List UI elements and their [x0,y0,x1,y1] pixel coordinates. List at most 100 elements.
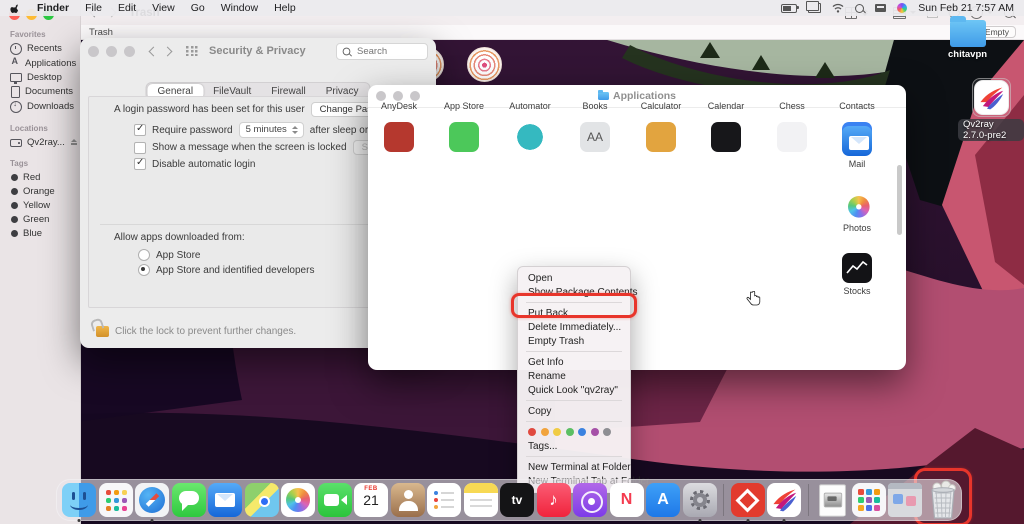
app-store-radio[interactable] [138,249,150,261]
sidebar-tag-green[interactable]: Green [0,212,80,226]
dock-notes[interactable] [464,483,498,517]
spotlight-icon[interactable] [855,4,864,13]
sidebar-item-desktop[interactable]: Desktop [0,70,80,84]
tag-blue-icon[interactable] [578,428,586,436]
sidebar-item-documents[interactable]: Documents [0,84,80,99]
menu-item-new-terminal[interactable]: New Terminal at Folder [518,460,630,474]
show-message-checkbox[interactable] [134,142,146,154]
app-label[interactable]: App Store [433,101,495,111]
dock-reminders[interactable] [427,483,461,517]
apple-menu-icon[interactable] [10,2,21,15]
menu-item-empty-trash[interactable]: Empty Trash [518,334,630,348]
sidebar-tag-yellow[interactable]: Yellow [0,198,80,212]
tag-yellow-icon[interactable] [553,428,561,436]
screen-mirroring-icon[interactable] [808,3,821,13]
app-icon[interactable] [515,122,545,152]
tag-grey-icon[interactable] [603,428,611,436]
menu-help[interactable]: Help [274,2,296,14]
sidebar-tag-orange[interactable]: Orange [0,184,80,198]
app-label[interactable]: Chess [761,101,823,111]
dock-qv2ray[interactable] [767,483,801,517]
menu-item-rename[interactable]: Rename [518,369,630,383]
dock-calendar[interactable]: FEB21 [354,483,388,517]
dock-safari[interactable] [135,483,169,517]
sidebar-tag-red[interactable]: Red [0,170,80,184]
siri-icon[interactable] [897,3,907,13]
dock-maps[interactable] [245,483,279,517]
search-field[interactable] [336,43,428,60]
app-icon[interactable] [777,122,807,152]
dock-applications-stack[interactable] [852,483,886,517]
menu-file[interactable]: File [85,2,102,14]
dock-music[interactable] [537,483,571,517]
wifi-icon[interactable] [832,3,844,13]
menu-edit[interactable]: Edit [118,2,136,14]
app-mail[interactable]: Mail [842,126,872,169]
dock-finder[interactable] [62,483,96,517]
sidebar-item-downloads[interactable]: Downloads [0,99,80,114]
dock-contacts[interactable] [391,483,425,517]
menu-item-tags[interactable]: Tags... [518,439,630,453]
zoom-button[interactable] [124,46,135,57]
app-icon[interactable] [711,122,741,152]
close-button[interactable] [88,46,99,57]
app-stocks[interactable]: Stocks [842,253,872,296]
app-label[interactable]: Automator [499,101,561,111]
require-password-checkbox[interactable] [134,124,146,136]
menu-window[interactable]: Window [221,2,258,14]
menu-item-get-info[interactable]: Get Info [518,355,630,369]
desktop-icon-qv2ray[interactable]: Qv2ray 2.7.0-pre2 [958,78,1024,141]
app-label[interactable]: Books [564,101,626,111]
dock-tv[interactable]: tv [500,483,534,517]
minimize-button[interactable] [106,46,117,57]
menu-item-delete-immediately[interactable]: Delete Immediately... [518,320,630,334]
dock-podcasts[interactable] [573,483,607,517]
identified-devs-radio[interactable] [138,264,150,276]
dock-trash[interactable] [925,483,959,517]
app-icon[interactable] [646,122,676,152]
security-titlebar[interactable]: Security & Privacy [80,38,436,64]
tag-purple-icon[interactable] [591,428,599,436]
dock-app-store[interactable] [646,483,680,517]
sidebar-tag-blue[interactable]: Blue [0,226,80,227]
dock-mail[interactable] [208,483,242,517]
app-label[interactable]: Contacts [826,101,888,111]
app-photos[interactable]: Photos [842,190,872,233]
dock-photos[interactable] [281,483,315,517]
disable-auto-login-checkbox[interactable] [134,158,146,170]
show-all-icon[interactable] [186,46,198,56]
tag-red-icon[interactable] [528,428,536,436]
dock-launchpad[interactable] [99,483,133,517]
app-icon[interactable] [449,122,479,152]
tag-green-icon[interactable] [566,428,574,436]
app-label[interactable]: Calculator [630,101,692,111]
menu-item-quick-look[interactable]: Quick Look "qv2ray" [518,383,630,397]
sidebar-item-applications[interactable]: Applications [0,56,80,70]
battery-icon[interactable] [781,4,797,13]
menu-finder[interactable]: Finder [37,2,69,14]
menu-item-open[interactable]: Open [518,271,630,285]
menu-view[interactable]: View [152,2,175,14]
dock-system-preferences[interactable] [683,483,717,517]
dock-facetime[interactable] [318,483,352,517]
app-icon[interactable] [384,122,414,152]
vertical-scrollbar[interactable] [897,165,902,235]
dock-news[interactable] [610,483,644,517]
back-icon[interactable] [149,46,159,56]
sidebar-item-recents[interactable]: Recents [0,41,80,56]
desktop-icon-chitavpn[interactable]: chitavpn [948,16,987,60]
display-icon[interactable] [875,4,886,12]
dock-anydesk[interactable] [731,483,765,517]
forward-icon[interactable] [163,46,173,56]
applications-window[interactable]: Applications AnyDesk App Store Automator… [368,85,906,370]
interval-dropdown[interactable]: 5 minutes [239,122,304,138]
unlocked-padlock-icon[interactable] [96,326,109,337]
eject-icon[interactable] [70,139,74,146]
dock-dmg-file[interactable] [815,483,849,517]
dock-messages[interactable] [172,483,206,517]
app-label[interactable]: AnyDesk [368,101,430,111]
menu-go[interactable]: Go [191,2,205,14]
menu-bar-clock[interactable]: Sun Feb 21 7:57 AM [918,2,1014,14]
menu-item-copy[interactable]: Copy [518,404,630,418]
search-input[interactable] [355,45,419,58]
